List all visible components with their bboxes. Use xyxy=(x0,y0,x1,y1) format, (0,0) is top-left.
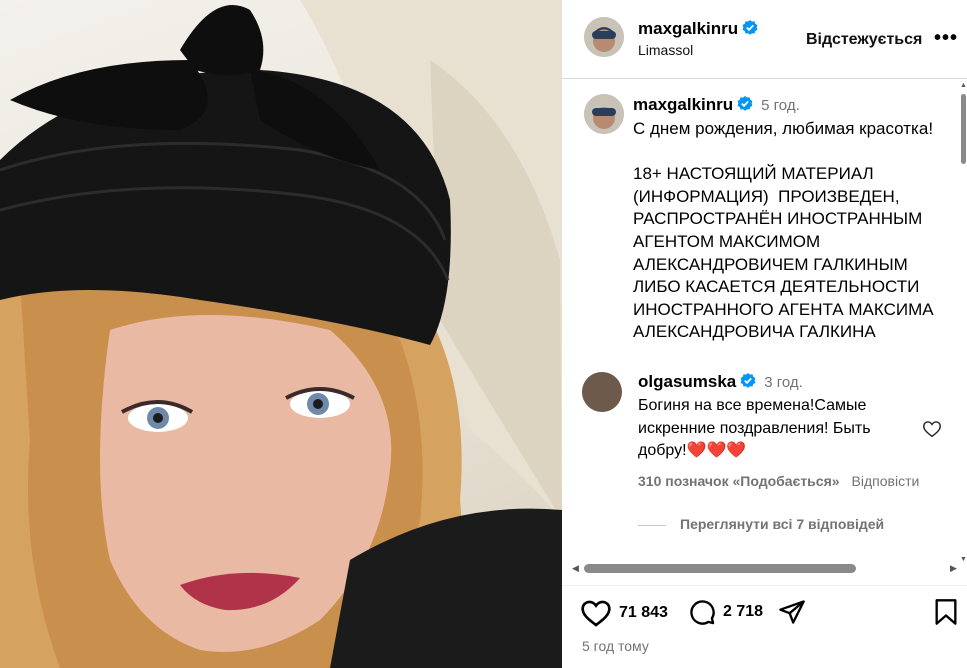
share-button[interactable] xyxy=(777,598,807,626)
author-username[interactable]: maxgalkinru xyxy=(638,19,758,39)
caption-username-text[interactable]: maxgalkinru xyxy=(633,95,733,114)
comments-scroll-area[interactable]: maxgalkinru 5 год. С днем рождения, любим… xyxy=(562,80,967,580)
author-avatar[interactable] xyxy=(584,17,624,57)
verified-icon xyxy=(737,96,753,111)
reply-button[interactable]: Відповісти xyxy=(852,473,920,489)
likes-count[interactable]: 71 843 xyxy=(619,604,668,622)
post-sidebar: maxgalkinru Limassol Відстежується ••• m… xyxy=(562,0,967,668)
share-icon xyxy=(779,600,805,624)
verified-icon xyxy=(742,20,758,35)
comment-meta: 310 позначок «Подобається» Відповісти xyxy=(638,473,919,489)
comment-username[interactable]: olgasumska 3 год. xyxy=(638,372,803,392)
like-button[interactable]: 71 843 xyxy=(580,598,668,628)
post-photo[interactable] xyxy=(0,0,562,668)
scroll-right-arrow[interactable]: ▶ xyxy=(950,563,957,574)
avatar-image xyxy=(584,94,624,134)
comment-button[interactable]: 2 718 xyxy=(688,598,763,626)
post-location[interactable]: Limassol xyxy=(638,42,693,58)
verified-icon xyxy=(740,373,756,388)
next-comment-avatar[interactable] xyxy=(582,372,622,412)
comment-icon xyxy=(690,600,715,625)
scroll-left-arrow[interactable]: ◀ xyxy=(572,563,579,574)
heart-icon xyxy=(581,600,611,627)
caption-avatar[interactable] xyxy=(584,94,624,134)
comment-username-text[interactable]: olgasumska xyxy=(638,372,736,391)
horizontal-scrollbar[interactable]: ◀ ▶ xyxy=(572,561,964,577)
more-icon[interactable]: ••• xyxy=(934,28,958,48)
view-replies-label[interactable]: Переглянути всі 7 відповідей xyxy=(680,516,884,532)
avatar-image xyxy=(584,17,624,57)
horizontal-scroll-thumb[interactable] xyxy=(584,564,856,573)
caption-username[interactable]: maxgalkinru 5 год. xyxy=(633,95,800,115)
photo-illustration xyxy=(0,0,562,668)
caption-text: С днем рождения, любимая красотка! 18+ Н… xyxy=(633,119,934,342)
view-replies-button[interactable]: Переглянути всі 7 відповідей xyxy=(638,516,884,532)
scroll-up-arrow[interactable]: ▲ xyxy=(960,82,967,89)
following-button[interactable]: Відстежується xyxy=(806,31,922,49)
vertical-scrollbar[interactable]: ▲ ▼ xyxy=(960,80,967,570)
comment-text: Богиня на все времена!Самые искренние по… xyxy=(638,397,871,459)
author-username-text[interactable]: maxgalkinru xyxy=(638,19,738,38)
post-header: maxgalkinru Limassol Відстежується ••• xyxy=(562,0,967,79)
post-actions: 71 843 2 718 xyxy=(562,585,967,635)
bookmark-icon xyxy=(935,599,957,625)
replies-divider xyxy=(638,524,666,526)
vertical-scroll-thumb[interactable] xyxy=(961,94,966,164)
comment-time: 3 год. xyxy=(764,374,803,391)
save-button[interactable] xyxy=(934,598,958,626)
comments-count[interactable]: 2 718 xyxy=(723,603,763,621)
comment-likes[interactable]: 310 позначок «Подобається» xyxy=(638,473,840,489)
caption-time: 5 год. xyxy=(761,97,800,114)
comment-heart-icon[interactable] xyxy=(921,418,943,440)
posted-time: 5 год тому xyxy=(582,638,649,654)
